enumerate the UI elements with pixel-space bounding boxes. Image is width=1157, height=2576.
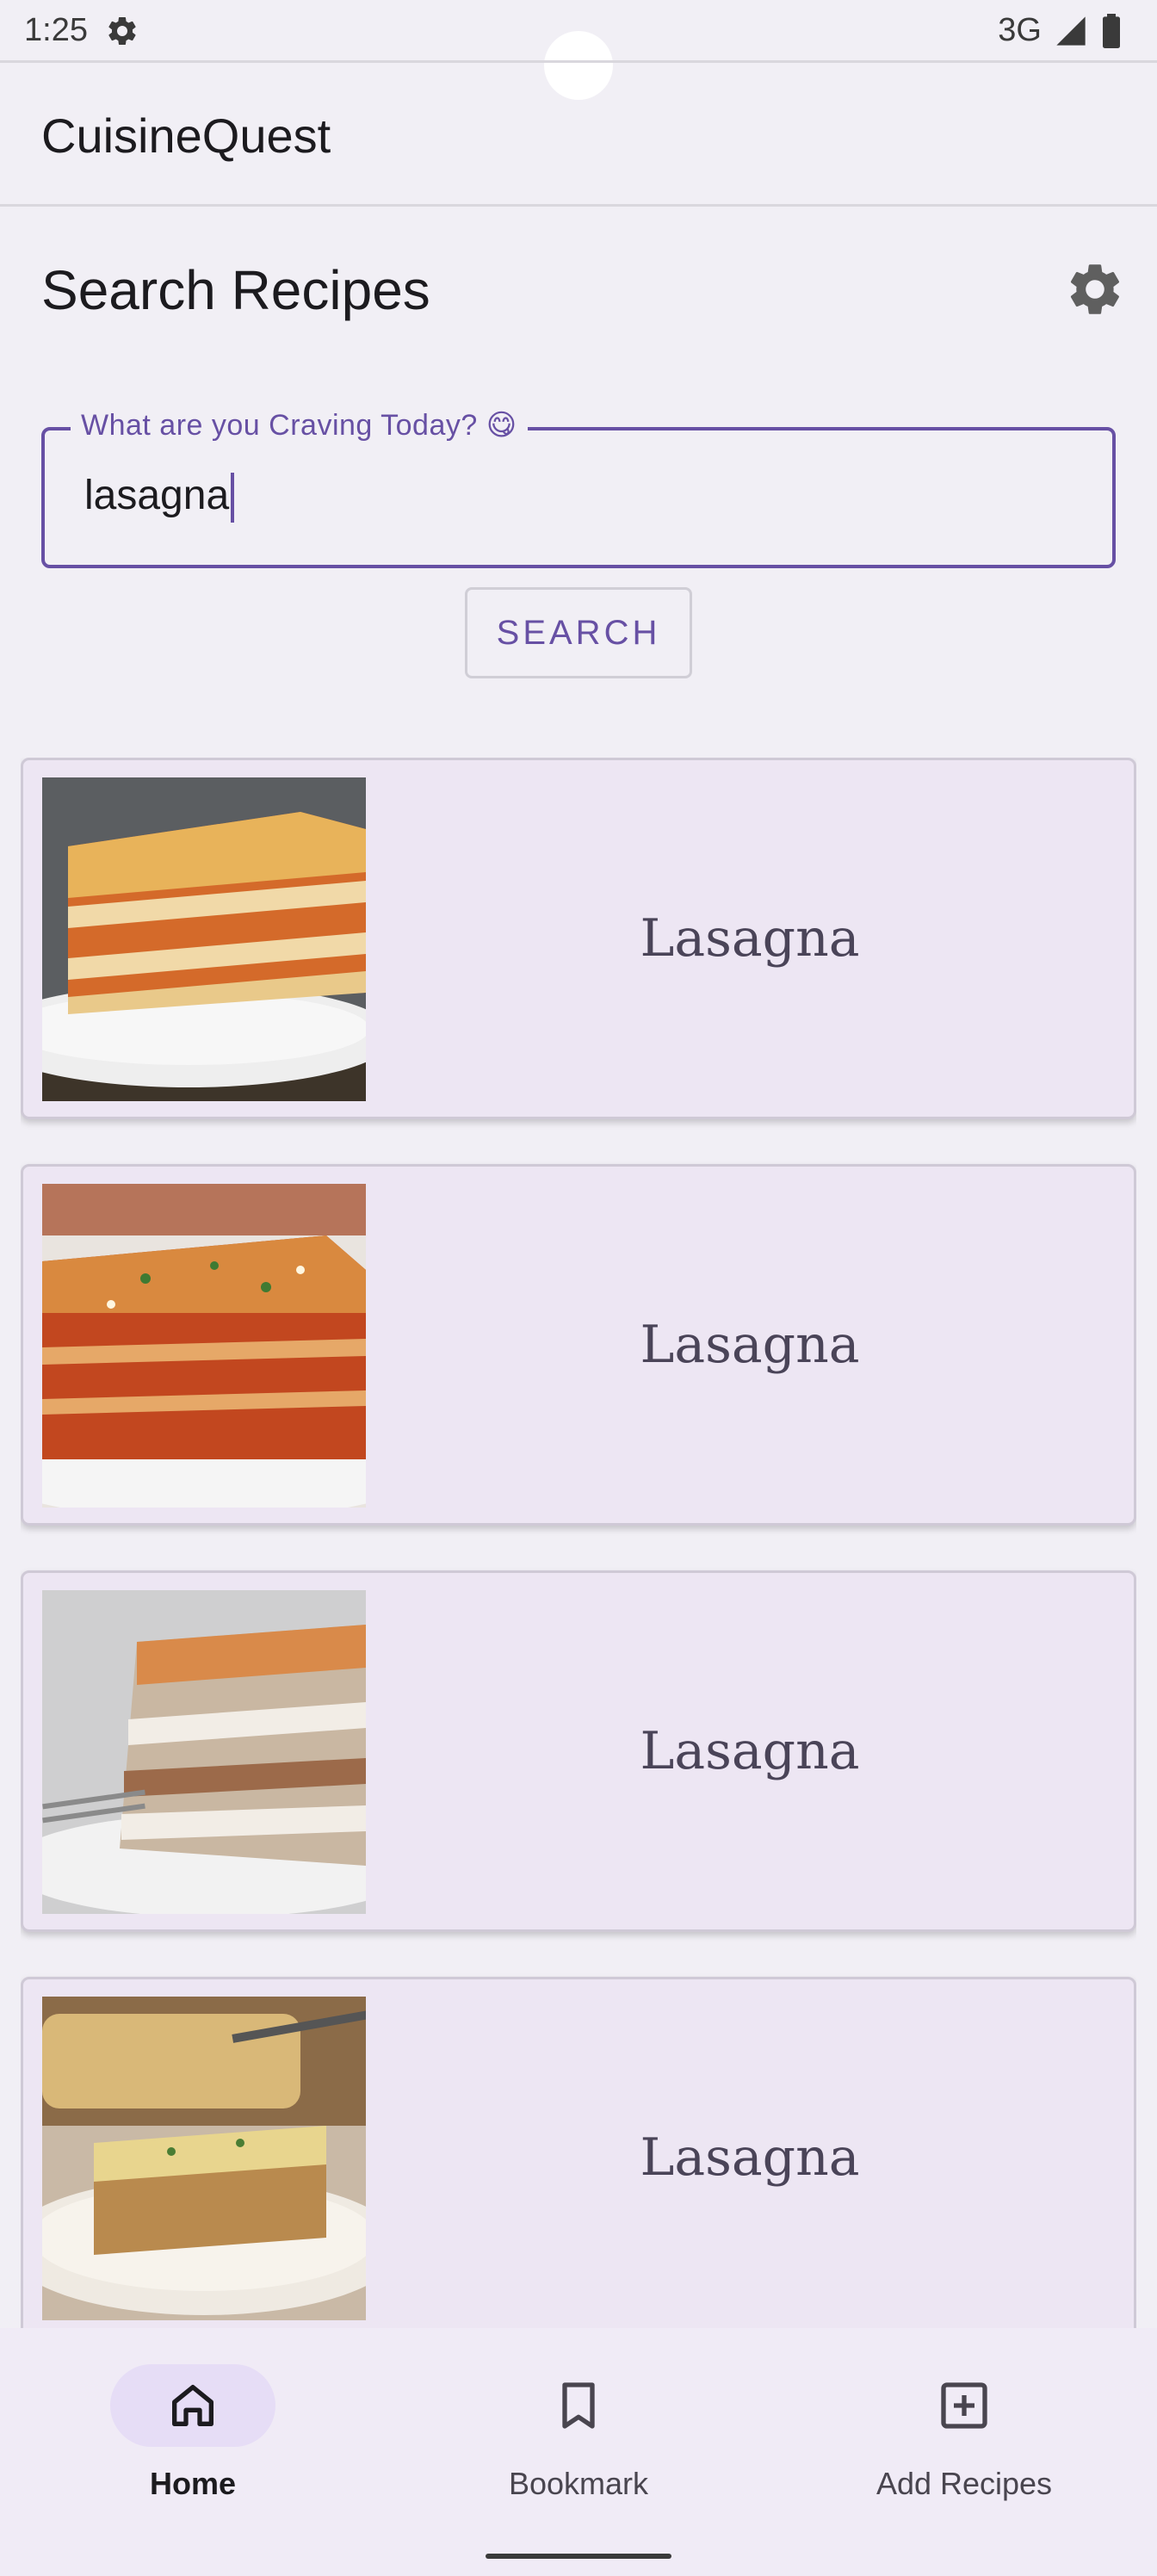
recipe-card[interactable]: Lasagna [21,1164,1136,1526]
recipe-image [42,1997,366,2320]
nav-item-add-recipes[interactable]: Add Recipes [835,2359,1093,2514]
status-indicators: 3G [998,12,1123,49]
text-caret [231,473,235,523]
search-input[interactable]: What are you Craving Today? 😋 lasagna [41,408,1116,568]
recipe-image [42,777,366,1101]
status-bar: 1:25 3G [0,0,1157,100]
page-title: Search Recipes [41,259,430,321]
battery-icon [1103,13,1120,48]
home-icon [172,2385,213,2426]
search-input-value-wrap: lasagna [84,472,235,523]
search-input-label: What are you Craving Today? 😋 [71,408,528,443]
recipe-card[interactable]: Lasagna [21,758,1136,1119]
nav-item-home[interactable]: Home [64,2359,322,2514]
status-time: 1:25 [24,12,88,48]
network-type: 3G [998,12,1042,48]
settings-gear-icon[interactable] [1064,258,1126,320]
recipe-title: Lasagna [640,1315,860,1375]
recipe-results-list[interactable]: Lasagna Lasagna Lasagna Lasagna [21,758,1136,2328]
app-title: CuisineQuest [41,108,331,163]
recipe-card[interactable]: Lasagna [21,1977,1136,2328]
search-input-value: lasagna [84,473,230,518]
settings-status-icon [108,17,136,45]
nav-item-bookmark[interactable]: Bookmark [449,2359,708,2514]
signal-icon [1056,15,1086,46]
recipe-title: Lasagna [640,2127,860,2188]
bottom-navigation: Home Bookmark Add Recipes [0,2328,1157,2576]
nav-label-home: Home [149,2466,237,2501]
recipe-card[interactable]: Lasagna [21,1570,1136,1932]
recipe-image [42,1184,366,1508]
nav-label-bookmark: Bookmark [508,2466,649,2501]
recipe-image [42,1590,366,1914]
app-bar: CuisineQuest [0,60,1157,207]
add-box-icon [941,2382,987,2429]
recipe-title: Lasagna [640,1721,860,1781]
recipe-title: Lasagna [640,908,860,969]
gesture-home-indicator[interactable] [486,2554,671,2559]
nav-label-add-recipes: Add Recipes [875,2466,1053,2501]
search-button[interactable]: SEARCH [465,587,692,678]
bookmark-icon [562,2382,595,2429]
